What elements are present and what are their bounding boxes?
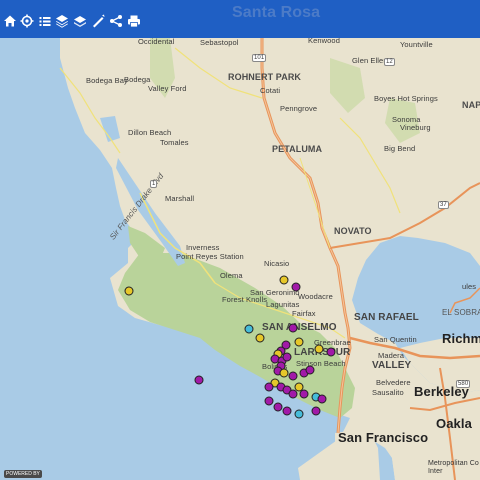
route-shield: 12 bbox=[384, 58, 395, 66]
place-label: Occidental bbox=[138, 37, 175, 46]
place-label: Bodega bbox=[124, 75, 151, 84]
place-label: Belvedere bbox=[376, 378, 411, 387]
place-label: Valley Ford bbox=[148, 84, 187, 93]
map-marker[interactable] bbox=[282, 406, 292, 416]
map-canvas[interactable]: Occidental Sebastopol Kenwood Yountville… bbox=[0, 36, 480, 480]
map-marker[interactable] bbox=[264, 396, 274, 406]
place-label: Tomales bbox=[160, 138, 189, 147]
place-label: EL SOBRA bbox=[442, 308, 480, 317]
place-label: Inverness bbox=[186, 243, 220, 252]
basemap-icon[interactable] bbox=[72, 12, 88, 30]
place-label: NAP bbox=[462, 100, 480, 110]
place-label: Cotati bbox=[260, 86, 281, 95]
route-shield: 1 bbox=[150, 180, 158, 188]
place-label: Sebastopol bbox=[200, 38, 239, 47]
place-label: Woodacre bbox=[298, 292, 333, 301]
place-label: PETALUMA bbox=[272, 144, 323, 154]
map-marker[interactable] bbox=[194, 375, 204, 385]
map-marker[interactable] bbox=[282, 352, 292, 362]
place-label: Stinson Beach bbox=[296, 359, 346, 368]
place-label: Bodega Bay bbox=[86, 76, 128, 85]
map-marker[interactable] bbox=[273, 402, 283, 412]
share-icon[interactable] bbox=[108, 12, 124, 30]
place-label: NOVATO bbox=[334, 226, 372, 236]
map-marker[interactable] bbox=[264, 382, 274, 392]
locate-icon[interactable] bbox=[19, 12, 35, 30]
map-marker[interactable] bbox=[279, 275, 289, 285]
map-credit: Inter bbox=[428, 468, 443, 475]
place-label: Richm bbox=[442, 331, 480, 346]
map-marker[interactable] bbox=[326, 347, 336, 357]
place-label: Olema bbox=[220, 271, 243, 280]
map-marker[interactable] bbox=[279, 368, 289, 378]
place-label: VALLEY bbox=[372, 360, 412, 371]
place-label: San Quentin bbox=[374, 335, 417, 344]
place-label: Point Reyes Station bbox=[176, 252, 244, 261]
place-label: San Francisco bbox=[338, 430, 429, 445]
place-label: ules bbox=[462, 282, 477, 291]
place-label: SAN ANSELMO bbox=[262, 322, 337, 333]
route-shield: 580 bbox=[456, 380, 471, 388]
route-shield: 37 bbox=[438, 201, 449, 209]
map-marker[interactable] bbox=[124, 286, 134, 296]
place-label: Dillon Beach bbox=[128, 128, 172, 137]
place-label: Forest Knolls bbox=[222, 295, 268, 304]
map-marker[interactable] bbox=[255, 333, 265, 343]
route-shield: 101 bbox=[252, 54, 267, 62]
place-label: Sausalito bbox=[372, 388, 404, 397]
place-label: SAN RAFAEL bbox=[354, 312, 419, 323]
place-label: Vineburg bbox=[400, 123, 431, 132]
map-marker[interactable] bbox=[291, 282, 301, 292]
map-marker[interactable] bbox=[288, 323, 298, 333]
map-marker[interactable] bbox=[317, 394, 327, 403]
home-icon[interactable] bbox=[2, 12, 18, 30]
place-label: Penngrove bbox=[280, 104, 318, 113]
place-label: Fairfax bbox=[292, 309, 316, 318]
place-label: Boyes Hot Springs bbox=[374, 94, 438, 103]
map-marker[interactable] bbox=[288, 371, 298, 381]
place-label: Lagunitas bbox=[266, 300, 300, 309]
map-marker[interactable] bbox=[244, 324, 254, 334]
place-label: ROHNERT PARK bbox=[228, 72, 302, 82]
layers-icon[interactable] bbox=[54, 12, 70, 30]
place-label: Marshall bbox=[165, 194, 195, 203]
place-label: Glen Ellen bbox=[352, 56, 388, 65]
map-credit: Metropolitan Co bbox=[428, 460, 479, 467]
map-marker[interactable] bbox=[314, 344, 324, 354]
place-label: Big Bend bbox=[384, 144, 416, 153]
place-label: Oakla bbox=[436, 416, 472, 431]
map-marker[interactable] bbox=[294, 409, 304, 419]
place-label: Madera bbox=[378, 351, 405, 360]
map-marker[interactable] bbox=[305, 365, 315, 374]
place-label: Nicasio bbox=[264, 259, 290, 268]
print-icon[interactable] bbox=[126, 12, 142, 30]
map-marker[interactable] bbox=[299, 389, 309, 399]
map-marker[interactable] bbox=[294, 337, 304, 347]
list-icon[interactable] bbox=[37, 12, 53, 30]
measure-icon[interactable] bbox=[90, 12, 106, 30]
powered-by-logo: POWERED BY bbox=[4, 470, 42, 478]
place-label: Yountville bbox=[400, 40, 433, 49]
map-toolbar: Santa Rosa bbox=[0, 0, 480, 38]
header-faded-text: Santa Rosa bbox=[232, 4, 321, 21]
map-marker[interactable] bbox=[311, 406, 321, 416]
